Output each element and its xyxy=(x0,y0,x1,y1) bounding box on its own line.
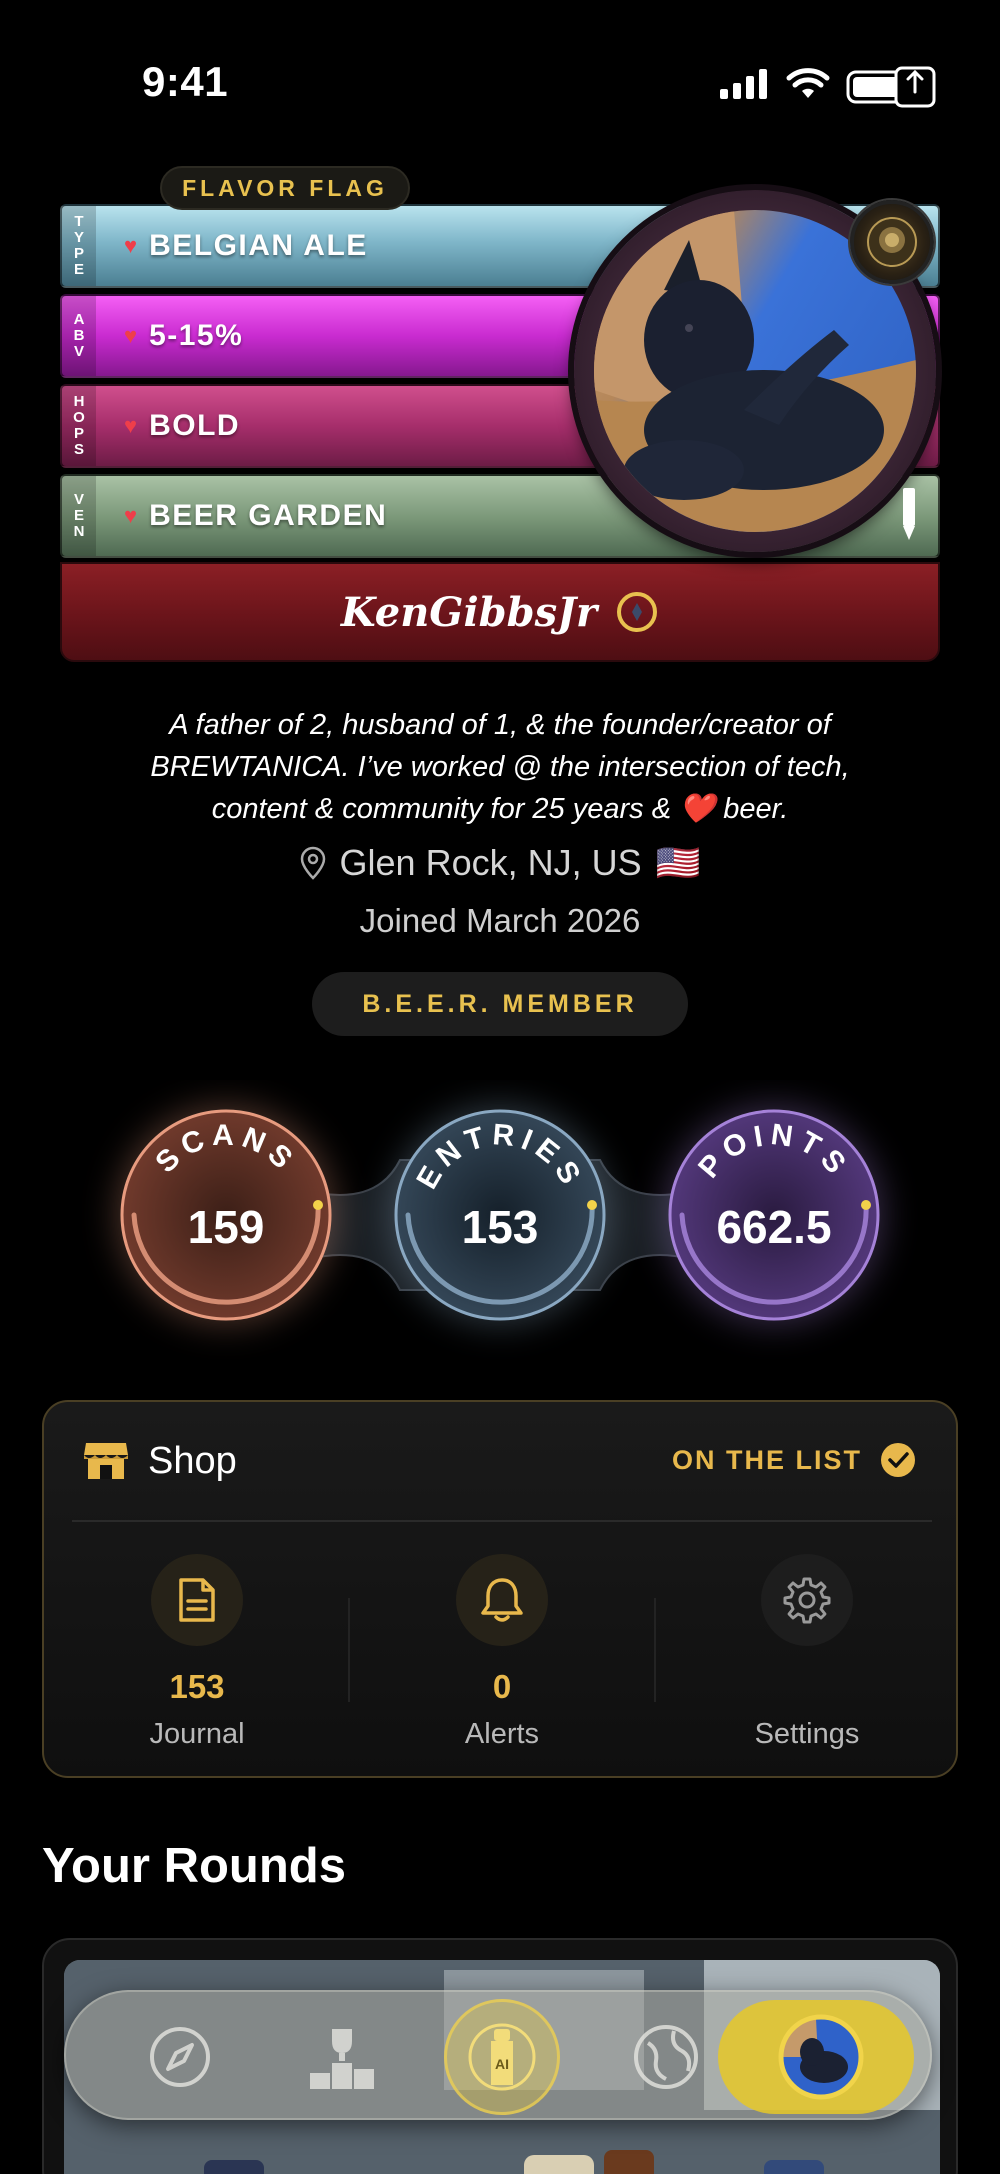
globe-beer-icon xyxy=(634,2025,698,2089)
flag-value: BOLD xyxy=(149,409,241,442)
heart-icon: ♥ xyxy=(124,413,138,438)
alerts-label: Alerts xyxy=(464,1718,540,1750)
profile-location: Glen Rock, NJ, US 🇺🇸 xyxy=(0,842,1000,884)
svg-text:AI: AI xyxy=(495,2056,509,2072)
battery-share-icon[interactable] xyxy=(846,58,938,110)
username: KenGibbsJr xyxy=(340,588,598,636)
wifi-icon xyxy=(786,68,830,98)
stat-value: 159 xyxy=(188,1201,265,1253)
document-icon xyxy=(151,1554,243,1646)
explore-tab[interactable] xyxy=(626,2017,706,2097)
beer-member-seal-icon[interactable] xyxy=(850,200,934,284)
flag-side-label: ABV xyxy=(62,296,96,376)
compass-icon xyxy=(150,2027,210,2087)
shop-card: Shop ON THE LIST 153 Journal 0 Alerts Se… xyxy=(42,1400,958,1778)
compass-tab[interactable] xyxy=(140,2017,220,2097)
alerts-count: 0 xyxy=(492,1668,512,1705)
verified-badge-icon[interactable] xyxy=(615,590,659,634)
flag-side-label: HOPS xyxy=(62,386,96,466)
journal-item[interactable]: 153 Journal xyxy=(44,1554,350,1754)
profile-tab[interactable] xyxy=(776,2012,866,2102)
us-flag-emoji: 🇺🇸 xyxy=(655,842,701,883)
stat-ring-points[interactable]: POINTS662.5 xyxy=(666,1107,882,1323)
stat-spark-dot xyxy=(587,1200,597,1210)
flag-value: BELGIAN ALE xyxy=(149,229,368,262)
on-the-list-status[interactable]: ON THE LIST xyxy=(672,1442,916,1478)
trophy-podium-icon xyxy=(310,2029,374,2089)
member-badge[interactable]: B.E.E.R. MEMBER xyxy=(312,972,688,1036)
ai-bottle-icon: AI xyxy=(468,2023,536,2091)
flag-side-label: TYPE xyxy=(62,206,96,286)
check-circle-icon xyxy=(881,1443,915,1477)
stat-ring-scans[interactable]: SCANS159 xyxy=(118,1107,334,1323)
bottom-tab-bar: AI xyxy=(64,1990,932,2120)
cellular-signal-icon xyxy=(720,69,767,99)
flag-side-label: VEN xyxy=(62,476,96,556)
flag-value: BEER GARDEN xyxy=(149,499,388,532)
seal-emblem-icon xyxy=(867,217,917,267)
stat-spark-dot xyxy=(861,1200,871,1210)
settings-label: Settings xyxy=(754,1718,860,1750)
shop-title: Shop xyxy=(148,1439,237,1482)
settings-item[interactable]: Settings xyxy=(654,1554,960,1754)
status-icons xyxy=(720,58,938,110)
profile-avatar-icon xyxy=(778,2014,864,2100)
on-the-list-label: ON THE LIST xyxy=(672,1444,862,1475)
stat-spark-dot xyxy=(313,1200,323,1210)
profile-bio: A father of 2, husband of 1, & the found… xyxy=(150,709,850,825)
scan-ai-tab[interactable]: AI xyxy=(444,1999,560,2115)
your-rounds-heading: Your Rounds xyxy=(42,1839,346,1893)
heart-icon: ♥ xyxy=(124,233,138,258)
gear-icon xyxy=(761,1554,853,1646)
stat-ring-entries[interactable]: ENTRIES153 xyxy=(392,1107,608,1323)
journal-label: Journal xyxy=(149,1718,245,1750)
location-text: Glen Rock, NJ, US xyxy=(339,842,642,883)
flag-value: 5-15% xyxy=(149,319,244,352)
status-time: 9:41 xyxy=(142,58,229,105)
heart-icon: ♥ xyxy=(124,503,138,528)
bell-icon xyxy=(456,1554,548,1646)
location-pin-icon xyxy=(300,846,325,880)
stats-rings: SCANS159 ENTRIES153 POINTS662.5 xyxy=(118,1107,882,1323)
leaderboard-tab[interactable] xyxy=(302,2017,382,2097)
shop-divider xyxy=(72,1520,932,1522)
journal-count: 153 xyxy=(169,1668,225,1705)
alerts-item[interactable]: 0 Alerts xyxy=(349,1554,655,1754)
heart-icon: ♥ xyxy=(124,323,138,348)
username-bar: KenGibbsJr xyxy=(60,562,940,662)
stat-value: 153 xyxy=(462,1201,539,1253)
storefront-icon xyxy=(84,1443,128,1479)
edit-pen-icon[interactable] xyxy=(900,488,918,545)
joined-date: Joined March 2026 xyxy=(359,902,641,939)
stat-value: 662.5 xyxy=(716,1201,831,1253)
flavor-flag-title: FLAVOR FLAG xyxy=(160,166,410,210)
